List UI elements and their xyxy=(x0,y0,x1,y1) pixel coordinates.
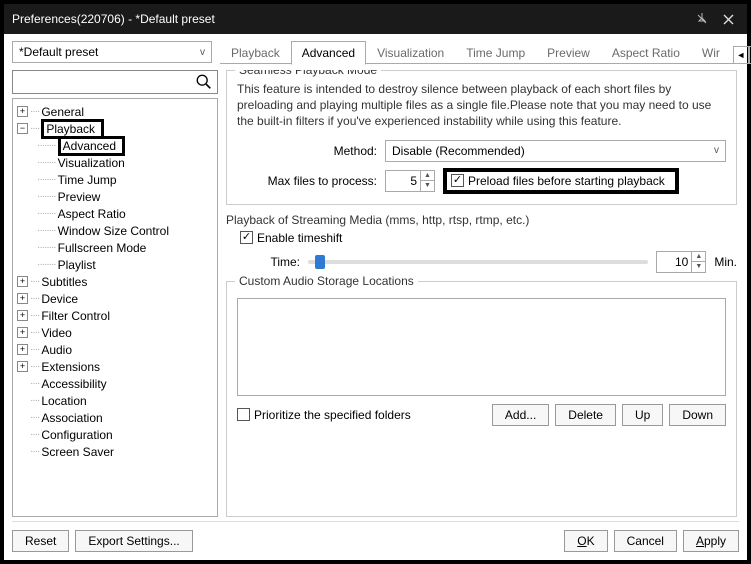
tree-subtitles[interactable]: +····Subtitles xyxy=(15,273,215,290)
tree-device[interactable]: +····Device xyxy=(15,290,215,307)
prioritize-label: Prioritize the specified folders xyxy=(254,408,411,422)
cancel-button[interactable]: Cancel xyxy=(614,530,677,552)
delete-button[interactable]: Delete xyxy=(555,404,616,426)
tree-playback[interactable]: −····Playback xyxy=(15,120,215,137)
max-files-label: Max files to process: xyxy=(237,174,377,188)
spin-down-icon[interactable]: ▼ xyxy=(421,181,434,191)
timeshift-label: Enable timeshift xyxy=(257,231,342,245)
ok-button[interactable]: OK xyxy=(564,530,607,552)
tab-playback[interactable]: Playback xyxy=(220,41,291,65)
left-column: +····General −····Playback ········Advan… xyxy=(12,70,218,517)
category-tree[interactable]: +····General −····Playback ········Advan… xyxy=(12,98,218,517)
content-area: +····General −····Playback ········Advan… xyxy=(4,64,747,517)
max-files-spinner[interactable]: ▲▼ xyxy=(385,170,435,192)
tab-scroll-left[interactable]: ◄ xyxy=(733,46,749,64)
preload-checkbox-highlight: Preload files before starting playback xyxy=(443,168,679,194)
up-button[interactable]: Up xyxy=(622,404,663,426)
method-label: Method: xyxy=(237,144,377,158)
dialog-body: *Default preset v Playback Advanced Visu… xyxy=(4,34,747,560)
prioritize-checkbox[interactable] xyxy=(237,408,250,421)
tree-screen-saver[interactable]: ····Screen Saver xyxy=(15,443,215,460)
dialog-footer: Reset Export Settings... OK Cancel Apply xyxy=(4,522,747,560)
search-icon xyxy=(195,73,213,91)
seamless-title: Seamless Playback Mode xyxy=(235,70,381,77)
search-box[interactable] xyxy=(12,70,218,94)
add-button[interactable]: Add... xyxy=(492,404,549,426)
titlebar: Preferences(220706) - *Default preset xyxy=(4,4,747,34)
storage-group: Custom Audio Storage Locations Prioritiz… xyxy=(226,281,737,517)
topbar: *Default preset v Playback Advanced Visu… xyxy=(4,34,747,64)
tree-accessibility[interactable]: ····Accessibility xyxy=(15,375,215,392)
seamless-description: This feature is intended to destroy sile… xyxy=(237,81,726,130)
search-input[interactable] xyxy=(17,75,195,89)
apply-button[interactable]: Apply xyxy=(683,530,739,552)
tree-general[interactable]: +····General xyxy=(15,103,215,120)
streaming-group: Playback of Streaming Media (mms, http, … xyxy=(226,213,737,273)
streaming-title: Playback of Streaming Media (mms, http, … xyxy=(226,213,737,227)
tree-playback-playlist[interactable]: ········Playlist xyxy=(15,256,215,273)
down-button[interactable]: Down xyxy=(669,404,726,426)
tree-association[interactable]: ····Association xyxy=(15,409,215,426)
chevron-down-icon: v xyxy=(714,145,719,156)
tree-playback-preview[interactable]: ········Preview xyxy=(15,188,215,205)
tab-time-jump[interactable]: Time Jump xyxy=(455,41,536,65)
tab-strip: Playback Advanced Visualization Time Jum… xyxy=(220,40,751,64)
time-spinner[interactable]: ▲▼ xyxy=(656,251,706,273)
max-files-value[interactable] xyxy=(386,171,420,191)
time-label: Time: xyxy=(240,255,300,269)
preload-label: Preload files before starting playback xyxy=(468,174,665,188)
preset-combo[interactable]: *Default preset v xyxy=(12,41,212,63)
tree-filter-control[interactable]: +····Filter Control xyxy=(15,307,215,324)
spin-up-icon[interactable]: ▲ xyxy=(692,252,705,263)
tree-location[interactable]: ····Location xyxy=(15,392,215,409)
reset-button[interactable]: Reset xyxy=(12,530,69,552)
chevron-down-icon: v xyxy=(200,47,205,58)
time-unit: Min. xyxy=(714,255,737,269)
collapse-icon[interactable]: − xyxy=(17,123,28,134)
close-icon[interactable] xyxy=(715,7,741,31)
expand-icon[interactable]: + xyxy=(17,106,28,117)
tree-configuration[interactable]: ····Configuration xyxy=(15,426,215,443)
tree-playback-window-size[interactable]: ········Window Size Control xyxy=(15,222,215,239)
tree-playback-visualization[interactable]: ········Visualization xyxy=(15,154,215,171)
tree-playback-time-jump[interactable]: ········Time Jump xyxy=(15,171,215,188)
tree-extensions[interactable]: +····Extensions xyxy=(15,358,215,375)
tab-visualization[interactable]: Visualization xyxy=(366,41,455,65)
pin-icon[interactable] xyxy=(689,7,715,31)
time-slider[interactable] xyxy=(308,260,648,264)
tab-advanced[interactable]: Advanced xyxy=(291,41,366,65)
window-title: Preferences(220706) - *Default preset xyxy=(10,12,689,26)
preload-checkbox[interactable] xyxy=(451,174,464,187)
slider-thumb[interactable] xyxy=(315,255,325,269)
tab-aspect-ratio[interactable]: Aspect Ratio xyxy=(601,41,691,65)
tab-preview[interactable]: Preview xyxy=(536,41,601,65)
preferences-window: Preferences(220706) - *Default preset *D… xyxy=(0,0,751,564)
storage-title: Custom Audio Storage Locations xyxy=(235,274,418,288)
tree-audio[interactable]: +····Audio xyxy=(15,341,215,358)
seamless-group: Seamless Playback Mode This feature is i… xyxy=(226,70,737,205)
settings-panel: Seamless Playback Mode This feature is i… xyxy=(226,70,739,517)
tab-overflow[interactable]: Wir xyxy=(691,41,731,65)
tree-playback-fullscreen[interactable]: ········Fullscreen Mode xyxy=(15,239,215,256)
storage-list[interactable] xyxy=(237,298,726,396)
tree-playback-aspect-ratio[interactable]: ········Aspect Ratio xyxy=(15,205,215,222)
spin-down-icon[interactable]: ▼ xyxy=(692,262,705,272)
tree-video[interactable]: +····Video xyxy=(15,324,215,341)
timeshift-checkbox[interactable] xyxy=(240,231,253,244)
method-select[interactable]: Disable (Recommended) v xyxy=(385,140,726,162)
export-settings-button[interactable]: Export Settings... xyxy=(75,530,192,552)
spin-up-icon[interactable]: ▲ xyxy=(421,171,434,182)
tree-playback-advanced[interactable]: ········Advanced xyxy=(15,137,215,154)
preset-value: *Default preset xyxy=(19,45,98,59)
time-value[interactable] xyxy=(657,252,691,272)
method-value: Disable (Recommended) xyxy=(392,144,525,158)
